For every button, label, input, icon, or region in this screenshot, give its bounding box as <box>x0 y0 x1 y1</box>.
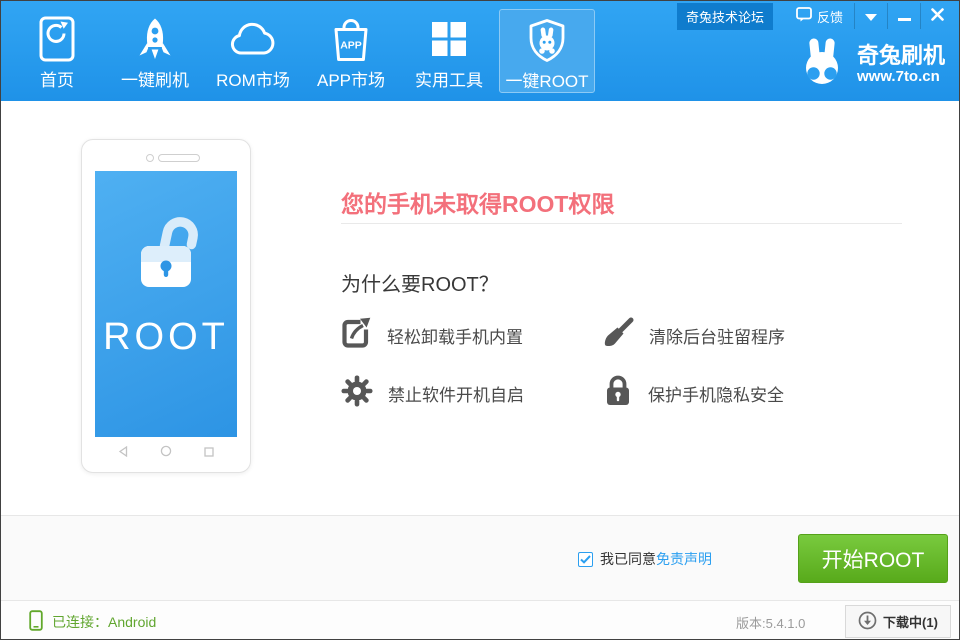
brand-logo: 奇兔刷机 www.7to.cn <box>797 37 945 92</box>
rabbit-logo-icon <box>797 37 847 92</box>
tab-flash-label: 一键刷机 <box>121 66 189 91</box>
agree-row: 我已同意 免责声明 <box>578 549 712 569</box>
feature-label: 清除后台驻留程序 <box>649 323 785 348</box>
status-bar: 已连接：Android 版本:5.4.1.0 下载中(1) <box>1 601 959 639</box>
cloud-icon <box>229 14 277 64</box>
feature-clean: 清除后台驻留程序 <box>603 317 865 353</box>
checkmark-icon <box>580 555 591 564</box>
feature-privacy: 保护手机隐私安全 <box>603 375 865 411</box>
minimize-button[interactable] <box>888 3 920 29</box>
lock-icon <box>603 374 633 412</box>
tab-rom-label: ROM市场 <box>216 66 290 91</box>
phone-screen: ROOT <box>95 171 237 437</box>
connection-status: 已连接：Android <box>29 610 156 634</box>
app-window: 首页 一键刷机 <box>0 0 960 640</box>
feedback-bubble-icon <box>796 7 812 25</box>
nav-tabs: 首页 一键刷机 <box>9 1 595 93</box>
version-label: 版本:5.4.1.0 <box>736 613 805 632</box>
download-manager-button[interactable]: 下载中(1) <box>845 605 951 638</box>
screen-root-label: ROOT <box>103 316 229 359</box>
tab-home[interactable]: 首页 <box>9 9 105 93</box>
tab-one-click-root[interactable]: 一键ROOT <box>499 9 595 93</box>
app-bag-text: APP <box>340 39 362 51</box>
download-label: 下载中(1) <box>883 612 938 631</box>
tab-tools-label: 实用工具 <box>415 66 483 91</box>
page-title: 您的手机未取得ROOT权限 <box>341 185 614 219</box>
brand-name: 奇兔刷机 <box>857 43 945 68</box>
tab-rom-market[interactable]: ROM市场 <box>205 9 301 93</box>
tab-root-label: 一键ROOT <box>505 67 588 92</box>
tab-home-label: 首页 <box>40 66 74 91</box>
close-button[interactable] <box>921 3 953 29</box>
window-controls: 奇兔技术论坛 反馈 <box>677 3 953 29</box>
unlocked-padlock-icon <box>116 201 216 302</box>
uninstall-icon <box>341 316 372 354</box>
agree-label: 我已同意 <box>600 549 656 569</box>
android-home-icon <box>160 444 172 462</box>
feature-list: 轻松卸载手机内置 清除后台驻留程序 <box>341 317 865 411</box>
feature-autostart: 禁止软件开机自启 <box>341 375 603 411</box>
home-phone-refresh-icon <box>39 14 75 64</box>
tab-app-market[interactable]: APP APP市场 <box>303 9 399 93</box>
grid-tools-icon <box>430 14 468 64</box>
start-root-button[interactable]: 开始ROOT <box>798 534 948 583</box>
download-icon <box>858 611 877 633</box>
divider <box>341 223 902 224</box>
phone-nav-buttons <box>82 444 250 462</box>
brush-icon <box>603 317 634 353</box>
feature-label: 禁止软件开机自启 <box>388 381 524 406</box>
tab-app-label: APP市场 <box>317 66 385 91</box>
feature-label: 轻松卸载手机内置 <box>387 323 523 348</box>
minimize-icon <box>898 9 911 24</box>
section-heading: 为什么要ROOT？ <box>341 268 499 297</box>
gear-icon <box>341 375 373 412</box>
phone-camera-dot <box>146 154 154 162</box>
rocket-icon <box>135 14 175 64</box>
feature-uninstall: 轻松卸载手机内置 <box>341 317 603 353</box>
phone-connected-icon <box>29 610 43 634</box>
tab-one-click-flash[interactable]: 一键刷机 <box>107 9 203 93</box>
action-bar: 我已同意 免责声明 开始ROOT <box>1 515 959 601</box>
disclaimer-link[interactable]: 免责声明 <box>656 549 712 569</box>
feedback-label: 反馈 <box>817 7 843 26</box>
phone-illustration: ROOT <box>81 139 251 473</box>
brand-url: www.7to.cn <box>857 68 945 86</box>
close-icon <box>931 8 944 24</box>
feature-label: 保护手机隐私安全 <box>648 381 784 406</box>
forum-link[interactable]: 奇兔技术论坛 <box>677 3 773 30</box>
agree-checkbox[interactable] <box>578 552 593 567</box>
header: 首页 一键刷机 <box>1 1 959 101</box>
android-back-icon <box>118 444 128 462</box>
app-bag-icon: APP <box>329 14 373 64</box>
android-recent-icon <box>204 444 214 462</box>
menu-dropdown-button[interactable] <box>855 3 887 29</box>
connection-text: 已连接：Android <box>52 612 156 632</box>
chevron-down-icon <box>865 9 877 24</box>
tab-tools[interactable]: 实用工具 <box>401 9 497 93</box>
feedback-button[interactable]: 反馈 <box>785 7 854 26</box>
shield-rabbit-icon <box>525 15 569 65</box>
phone-speaker-bar <box>158 154 200 162</box>
